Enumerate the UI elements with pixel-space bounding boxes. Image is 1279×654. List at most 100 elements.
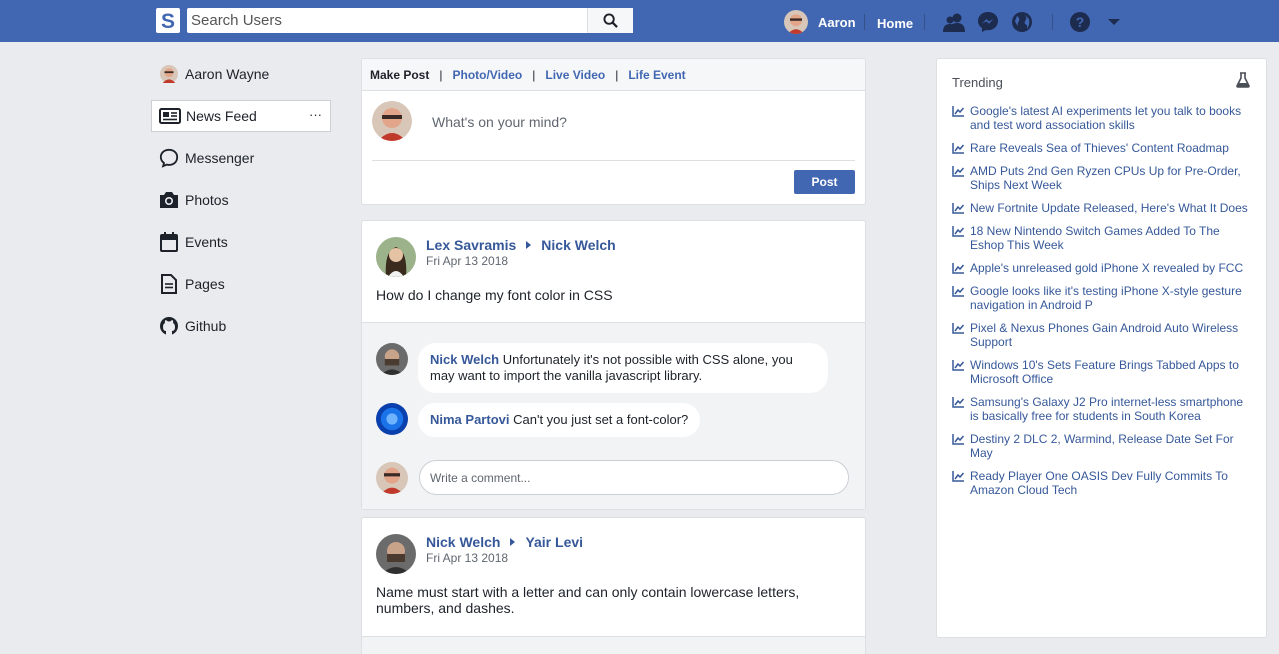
tab-life-event[interactable]: Life Event (628, 68, 685, 82)
comment-author[interactable]: Nima Partovi (430, 412, 509, 427)
sidebar-item-label: Pages (185, 276, 225, 292)
trending-chart-icon (952, 286, 965, 297)
trending-title: Trending (952, 75, 1003, 90)
divider (864, 14, 865, 30)
avatar (784, 10, 808, 34)
sidebar-item-photos[interactable]: Photos (151, 184, 331, 216)
sidebar-item-news-feed[interactable]: News Feed ··· (151, 100, 331, 132)
globe-icon[interactable] (1010, 10, 1034, 34)
sidebar-item-profile[interactable]: Aaron Wayne (151, 58, 331, 90)
avatar[interactable] (376, 534, 416, 574)
trending-item-label: Apple's unreleased gold iPhone X reveale… (970, 261, 1244, 275)
trending-item[interactable]: Windows 10's Sets Feature Brings Tabbed … (952, 358, 1252, 386)
tab-photo-video[interactable]: Photo/Video (452, 68, 522, 82)
trending-chart-icon (952, 323, 965, 334)
comment-bubble: Nick Welch Unfortunately it's not possib… (418, 343, 828, 393)
trending-item[interactable]: Samsung's Galaxy J2 Pro internet-less sm… (952, 395, 1252, 423)
write-comment-row: Write a comment... (376, 460, 849, 495)
trending-list: Google's latest AI experiments let you t… (952, 104, 1252, 506)
trending-item-label: Destiny 2 DLC 2, Warmind, Release Date S… (970, 432, 1234, 460)
flask-icon[interactable] (1236, 72, 1250, 88)
divider: | (439, 67, 443, 82)
divider (924, 14, 925, 30)
divider: | (615, 67, 619, 82)
post-target[interactable]: Yair Levi (525, 534, 583, 550)
search-input[interactable] (187, 8, 587, 33)
left-sidebar: Aaron Wayne News Feed ··· Messenger Phot… (151, 58, 331, 352)
divider (1052, 14, 1053, 30)
comment-author[interactable]: Nick Welch (430, 352, 499, 367)
avatar (372, 101, 412, 141)
caret-right-icon (526, 241, 532, 249)
trending-chart-icon (952, 203, 965, 214)
post-date[interactable]: Fri Apr 13 2018 (426, 551, 508, 565)
caret-right-icon (510, 538, 516, 546)
avatar[interactable] (376, 343, 408, 375)
trending-chart-icon (952, 106, 965, 117)
trending-chart-icon (952, 166, 965, 177)
sidebar-item-label: Events (185, 234, 228, 250)
divider: | (532, 67, 536, 82)
sidebar-item-label: Aaron Wayne (185, 66, 270, 82)
sidebar-item-pages[interactable]: Pages (151, 268, 331, 300)
search-box (187, 8, 633, 33)
document-icon (158, 273, 180, 295)
trending-item[interactable]: Apple's unreleased gold iPhone X reveale… (952, 261, 1252, 275)
trending-item-label: Ready Player One OASIS Dev Fully Commits… (970, 469, 1228, 497)
search-icon (603, 13, 618, 28)
trending-item[interactable]: Google looks like it's testing iPhone X-… (952, 284, 1252, 312)
sidebar-item-label: Messenger (185, 150, 255, 166)
tab-make-post[interactable]: Make Post (370, 68, 429, 82)
composer-tabs: Make Post | Photo/Video | Live Video | L… (362, 59, 865, 91)
sidebar-item-github[interactable]: Github (151, 310, 331, 342)
trending-item[interactable]: New Fortnite Update Released, Here's Wha… (952, 201, 1252, 215)
trending-item-label: Pixel & Nexus Phones Gain Android Auto W… (970, 321, 1239, 349)
comments-section (362, 636, 865, 654)
comments-section: Nick Welch Unfortunately it's not possib… (362, 322, 865, 509)
logo[interactable]: S (156, 8, 180, 33)
status-input[interactable]: What's on your mind? (432, 114, 567, 130)
trending-item[interactable]: 18 New Nintendo Switch Games Added To Th… (952, 224, 1252, 252)
post-text: Name must start with a letter and can on… (376, 584, 800, 616)
messenger-icon[interactable] (976, 10, 1000, 34)
post-date[interactable]: Fri Apr 13 2018 (426, 254, 508, 268)
trending-item-label: Samsung's Galaxy J2 Pro internet-less sm… (970, 395, 1244, 423)
sidebar-item-events[interactable]: Events (151, 226, 331, 258)
trending-panel: Trending Google's latest AI experiments … (936, 58, 1267, 638)
sidebar-item-messenger[interactable]: Messenger (151, 142, 331, 174)
caret-down-icon[interactable] (1102, 10, 1126, 34)
trending-item[interactable]: Destiny 2 DLC 2, Warmind, Release Date S… (952, 432, 1252, 460)
search-button[interactable] (587, 8, 633, 33)
nav-profile-link[interactable]: Aaron (784, 10, 856, 34)
trending-item-label: New Fortnite Update Released, Here's Wha… (970, 201, 1248, 215)
newsfeed-icon (159, 105, 181, 127)
svg-text:?: ? (1076, 14, 1085, 30)
post-button[interactable]: Post (794, 170, 855, 194)
trending-chart-icon (952, 143, 965, 154)
help-icon[interactable]: ? (1068, 10, 1092, 34)
trending-item[interactable]: Google's latest AI experiments let you t… (952, 104, 1252, 132)
trending-item[interactable]: Pixel & Nexus Phones Gain Android Auto W… (952, 321, 1252, 349)
nav-username: Aaron (818, 14, 856, 30)
comment-input[interactable]: Write a comment... (419, 460, 849, 495)
post-author[interactable]: Nick Welch (426, 534, 500, 550)
post-author[interactable]: Lex Savramis (426, 237, 516, 253)
comment-text: Can't you just set a font-color? (513, 412, 689, 427)
trending-item[interactable]: Ready Player One OASIS Dev Fully Commits… (952, 469, 1252, 497)
trending-chart-icon (952, 360, 965, 371)
friends-icon[interactable] (942, 10, 966, 34)
trending-chart-icon (952, 226, 965, 237)
home-link[interactable]: Home (877, 16, 913, 31)
post-author-line: Lex Savramis Nick Welch (426, 237, 616, 253)
trending-item[interactable]: AMD Puts 2nd Gen Ryzen CPUs Up for Pre-O… (952, 164, 1252, 192)
comment: Nima Partovi Can't you just set a font-c… (376, 403, 701, 437)
tab-live-video[interactable]: Live Video (545, 68, 605, 82)
avatar[interactable] (376, 403, 408, 435)
sidebar-item-label: Github (185, 318, 227, 334)
post-target[interactable]: Nick Welch (541, 237, 615, 253)
more-options-button[interactable]: ··· (309, 107, 322, 122)
trending-item[interactable]: Rare Reveals Sea of Thieves' Content Roa… (952, 141, 1252, 155)
messenger-icon (158, 147, 180, 169)
avatar[interactable] (376, 237, 416, 277)
sidebar-item-label: News Feed (186, 108, 257, 124)
